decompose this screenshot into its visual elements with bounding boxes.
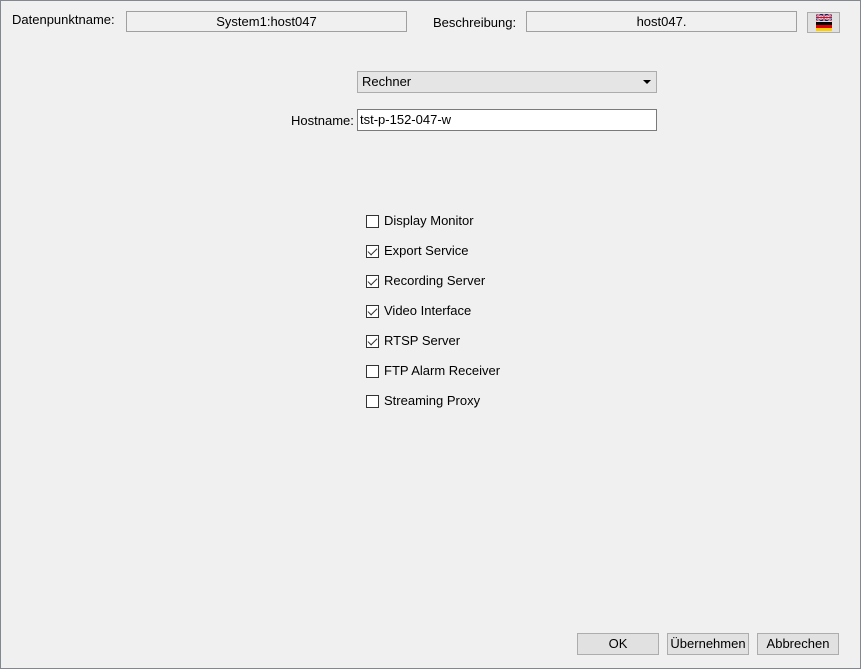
chevron-down-icon: [643, 80, 651, 84]
service-checkbox-label: Export Service: [384, 243, 469, 258]
dialog-window: Datenpunktname: System1:host047 Beschrei…: [0, 0, 861, 669]
language-button[interactable]: [807, 12, 840, 33]
type-select-value: Rechner: [362, 74, 412, 89]
description-field[interactable]: host047.: [526, 11, 797, 32]
description-label: Beschreibung:: [433, 15, 517, 30]
cancel-button[interactable]: Abbrechen: [757, 633, 839, 655]
datapoint-name-field[interactable]: System1:host047: [126, 11, 407, 32]
service-checkbox[interactable]: [366, 214, 379, 228]
service-checkbox-label: FTP Alarm Receiver: [384, 363, 501, 378]
service-checkbox-row[interactable]: Recording Server: [366, 273, 485, 289]
service-checkbox-row[interactable]: RTSP Server: [366, 333, 460, 349]
service-checkbox-row[interactable]: Display Monitor: [366, 213, 474, 229]
datapoint-name-label: Datenpunktname:: [12, 12, 115, 27]
service-checkbox-row[interactable]: Streaming Proxy: [366, 393, 480, 409]
service-checkbox[interactable]: [366, 244, 379, 258]
apply-button[interactable]: Übernehmen: [667, 633, 749, 655]
service-checkbox-row[interactable]: Video Interface: [366, 303, 471, 319]
service-checkbox-label: Display Monitor: [384, 213, 474, 228]
type-select[interactable]: Rechner: [357, 71, 657, 93]
service-checkbox-label: Video Interface: [384, 303, 472, 318]
service-checkbox[interactable]: [366, 334, 379, 348]
ok-button[interactable]: OK: [577, 633, 659, 655]
service-checkbox-row[interactable]: FTP Alarm Receiver: [366, 363, 500, 379]
hostname-input[interactable]: tst-p-152-047-w: [357, 109, 657, 131]
service-checkbox[interactable]: [366, 304, 379, 318]
hostname-label: Hostname:: [291, 113, 354, 128]
flag-icon: [815, 13, 832, 31]
service-checkbox[interactable]: [366, 394, 379, 408]
service-checkbox-label: Recording Server: [384, 273, 486, 288]
service-checkbox[interactable]: [366, 274, 379, 288]
service-checkbox-label: RTSP Server: [384, 333, 461, 348]
service-checkbox[interactable]: [366, 364, 379, 378]
service-checkbox-row[interactable]: Export Service: [366, 243, 469, 259]
service-checkbox-label: Streaming Proxy: [384, 393, 481, 408]
